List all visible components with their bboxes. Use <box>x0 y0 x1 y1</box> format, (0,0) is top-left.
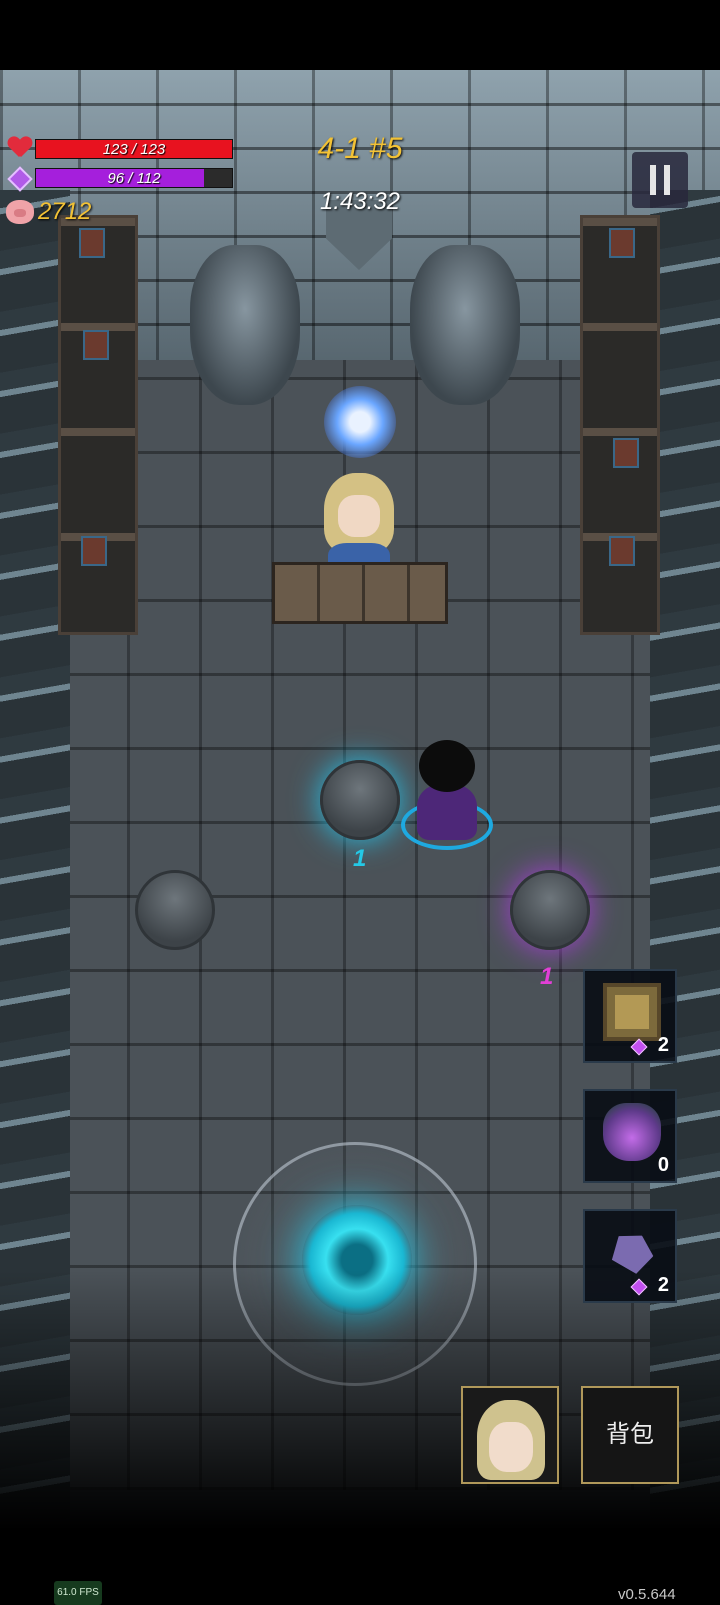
game-scene[interactable]: 1 1 <box>0 70 720 1530</box>
book <box>79 228 105 258</box>
book <box>81 536 107 566</box>
hp-bar: 123 / 123 <box>35 139 233 159</box>
rune-cube-icon <box>603 983 661 1041</box>
floating-damage-number: 1 <box>353 845 367 872</box>
item-slot-rune-cube[interactable]: 2 <box>583 969 677 1063</box>
pedestal-empty[interactable] <box>135 870 215 950</box>
player-robe <box>417 784 477 840</box>
gargoyle-statue-left <box>190 245 300 405</box>
hp-text: 123 / 123 <box>102 141 166 158</box>
run-timer: 1:43:32 <box>319 188 401 215</box>
player-character[interactable] <box>401 740 493 850</box>
d20-dice-icon <box>605 1226 660 1281</box>
book <box>609 536 635 566</box>
gargoyle-statue-right <box>410 245 520 405</box>
pedestal-cyan[interactable] <box>320 760 400 840</box>
book <box>609 228 635 258</box>
player-hair <box>419 740 475 792</box>
pause-button[interactable] <box>632 152 688 208</box>
gold-count: 2712 <box>38 198 92 225</box>
item-count: 2 <box>657 1274 669 1296</box>
item-count: 0 <box>657 1154 669 1176</box>
piggy-bank-icon <box>6 200 34 224</box>
crystal-orb[interactable] <box>324 386 396 458</box>
pedestal-purple[interactable] <box>510 870 590 950</box>
mp-text: 96 / 112 <box>107 170 161 187</box>
gem-cost-icon <box>630 1278 648 1296</box>
version-label: v0.5.644 <box>618 1586 676 1603</box>
book <box>613 438 639 468</box>
pause-icon-bar <box>650 165 656 195</box>
gem-cost-icon <box>630 1038 648 1056</box>
mp-bar: 96 / 112 <box>35 168 233 188</box>
floating-damage-number: 1 <box>540 963 554 990</box>
companion-portrait-button[interactable] <box>461 1386 559 1484</box>
book <box>83 330 109 360</box>
right-bookshelf <box>580 215 660 635</box>
left-bookshelf <box>58 215 138 635</box>
heart-icon <box>8 137 32 159</box>
pause-icon-bar <box>664 165 670 195</box>
level-indicator: 4-1 #5 <box>317 132 403 165</box>
fps-counter: 61.0 FPS <box>54 1581 102 1605</box>
portrait-face <box>489 1422 533 1472</box>
bag-button[interactable]: 背包 <box>581 1386 679 1484</box>
item-slot-d20[interactable]: 2 <box>583 1209 677 1303</box>
bag-button-label: 背包 <box>606 1421 654 1448</box>
item-slot-potion[interactable]: 0 <box>583 1089 677 1183</box>
item-count: 2 <box>657 1034 669 1056</box>
npc-face <box>338 495 380 537</box>
merchant-table[interactable] <box>272 562 448 624</box>
potion-icon <box>603 1103 661 1161</box>
